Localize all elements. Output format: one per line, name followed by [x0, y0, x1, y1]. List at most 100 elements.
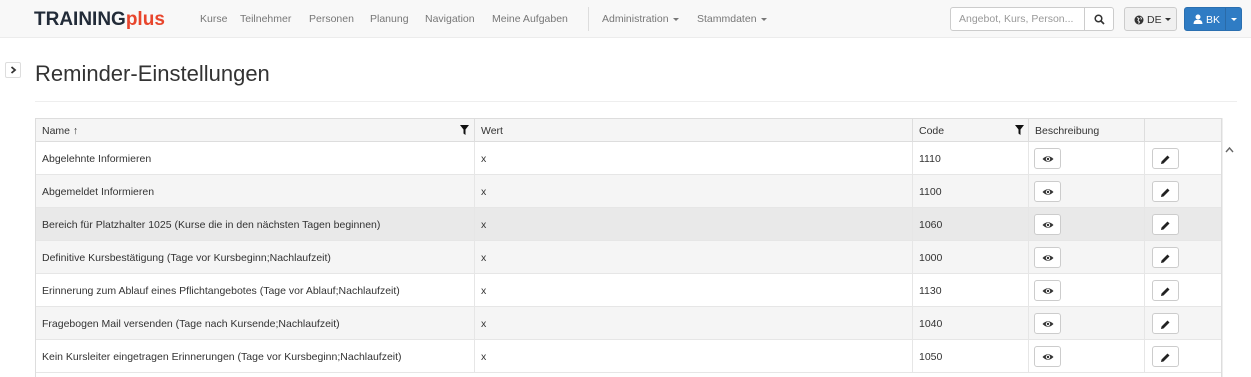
table-row[interactable]: Abgelehnte Informieren x 1110 [36, 142, 1221, 175]
eye-icon [1042, 255, 1054, 261]
eye-icon [1042, 321, 1054, 327]
edit-button[interactable] [1152, 214, 1179, 235]
view-description-button[interactable] [1034, 313, 1061, 334]
nav-link-personen[interactable]: Personen [309, 13, 354, 25]
language-label: DE [1147, 14, 1162, 26]
cell-wert: x [481, 219, 487, 231]
nav-link-navigation[interactable]: Navigation [425, 13, 475, 25]
view-description-button[interactable] [1034, 346, 1061, 367]
grid-scrollbar[interactable] [1222, 118, 1237, 377]
stammdaten-label: Stammdaten [697, 13, 757, 25]
cell-code: 1100 [919, 186, 942, 198]
edit-button[interactable] [1152, 313, 1179, 334]
view-description-button[interactable] [1034, 214, 1061, 235]
table-row[interactable]: Fragebogen Mail versenden (Tage nach Kur… [36, 307, 1221, 340]
cell-code: 1130 [919, 285, 942, 297]
search-button[interactable] [1084, 7, 1114, 31]
caret-down-icon [760, 17, 767, 21]
brand-main: TRAINING [34, 9, 126, 30]
pencil-icon [1161, 155, 1170, 164]
eye-icon [1042, 354, 1054, 360]
column-divider [1144, 307, 1145, 340]
column-divider [1028, 241, 1029, 274]
column-divider [1144, 241, 1145, 274]
column-divider [474, 274, 475, 307]
caret-down-icon [672, 17, 679, 21]
nav-link-kurse[interactable]: Kurse [200, 13, 227, 25]
language-dropdown[interactable]: DE [1124, 7, 1177, 31]
column-divider [1028, 340, 1029, 373]
column-divider [474, 241, 475, 274]
eye-icon [1042, 156, 1054, 162]
column-divider [912, 307, 913, 340]
edit-button[interactable] [1152, 247, 1179, 268]
view-description-button[interactable] [1034, 181, 1061, 202]
column-divider [474, 142, 475, 175]
column-divider [474, 208, 475, 241]
column-divider [1144, 142, 1145, 175]
eye-icon [1042, 222, 1054, 228]
edit-button[interactable] [1152, 346, 1179, 367]
cell-wert: x [481, 186, 487, 198]
cell-name: Erinnerung zum Ablauf eines Pflichtangeb… [42, 285, 400, 297]
brand-logo[interactable]: TRAININGplus [34, 9, 165, 31]
nav-link-teilnehmer[interactable]: Teilnehmer [240, 13, 291, 25]
eye-icon [1042, 189, 1054, 195]
cell-wert: x [481, 285, 487, 297]
pencil-icon [1161, 188, 1170, 197]
edit-button[interactable] [1152, 280, 1179, 301]
nav-link-meine-aufgaben[interactable]: Meine Aufgaben [492, 13, 568, 25]
grid-header: Name ↑ Wert Code Beschreibung [36, 119, 1221, 142]
column-header-beschreibung[interactable]: Beschreibung [1035, 119, 1099, 142]
column-header-wert[interactable]: Wert [481, 119, 503, 142]
search-input[interactable] [950, 7, 1085, 31]
chevron-up-icon[interactable] [1224, 145, 1235, 155]
caret-down-icon [1165, 18, 1171, 21]
edit-button[interactable] [1152, 148, 1179, 169]
cell-code: 1050 [919, 351, 943, 363]
nav-dropdown-stammdaten[interactable]: Stammdaten [697, 13, 767, 25]
user-icon [1193, 14, 1203, 24]
nav-dropdown-administration[interactable]: Administration [602, 13, 679, 25]
column-header-name[interactable]: Name ↑ [42, 119, 78, 142]
column-divider [1028, 175, 1029, 208]
cell-code: 1000 [919, 252, 943, 264]
view-description-button[interactable] [1034, 247, 1061, 268]
administration-label: Administration [602, 13, 669, 25]
cell-name: Abgemeldet Informieren [42, 186, 155, 198]
nav-link-planung[interactable]: Planung [370, 13, 409, 25]
column-divider [1144, 208, 1145, 241]
column-divider [1144, 274, 1145, 307]
edit-button[interactable] [1152, 181, 1179, 202]
filter-icon[interactable] [1015, 125, 1024, 135]
column-divider [1144, 119, 1145, 142]
column-header-code[interactable]: Code [919, 119, 944, 142]
pencil-icon [1161, 353, 1170, 362]
caret-down-icon[interactable] [1231, 18, 1237, 21]
column-divider [912, 208, 913, 241]
view-description-button[interactable] [1034, 148, 1061, 169]
pencil-icon [1161, 287, 1170, 296]
cell-wert: x [481, 351, 487, 363]
column-divider [1028, 307, 1029, 340]
globe-icon [1134, 15, 1144, 25]
column-divider [912, 274, 913, 307]
table-row[interactable]: Definitive Kursbestätigung (Tage vor Kur… [36, 241, 1221, 274]
pencil-icon [1161, 254, 1170, 263]
view-description-button[interactable] [1034, 280, 1061, 301]
filter-icon[interactable] [460, 125, 469, 135]
brand-accent: plus [125, 9, 165, 30]
table-row[interactable]: Abgemeldet Informieren x 1100 [36, 175, 1221, 208]
table-row[interactable]: Bereich für Platzhalter 1025 (Kurse die … [36, 208, 1221, 241]
title-divider [35, 101, 1237, 102]
reminder-settings-grid: Name ↑ Wert Code Beschreibung Abgelehnte… [35, 118, 1222, 377]
user-menu-button[interactable]: BK [1184, 7, 1242, 31]
column-divider [1028, 142, 1029, 175]
nav-divider [588, 7, 589, 31]
table-row[interactable]: Erinnerung zum Ablauf eines Pflichtangeb… [36, 274, 1221, 307]
sidebar-toggle-button[interactable] [5, 62, 21, 78]
column-divider [1144, 340, 1145, 373]
cell-wert: x [481, 153, 487, 165]
table-row[interactable]: Kein Kursleiter eingetragen Erinnerungen… [36, 340, 1221, 373]
column-divider [1028, 274, 1029, 307]
